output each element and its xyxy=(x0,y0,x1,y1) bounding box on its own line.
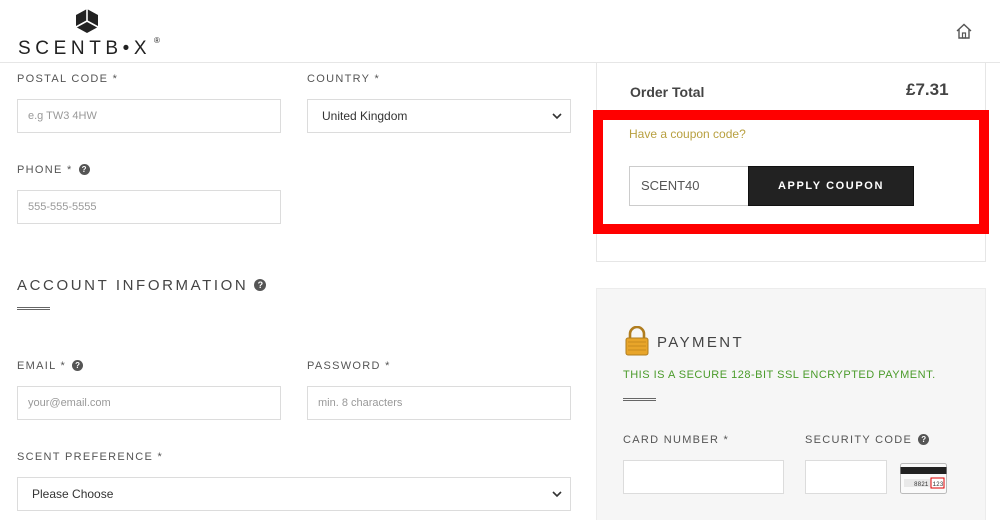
phone-label-group: PHONE *? xyxy=(17,164,90,176)
password-input[interactable]: min. 8 characters xyxy=(307,386,571,420)
help-icon[interactable]: ? xyxy=(72,360,84,371)
card-number-input[interactable] xyxy=(623,460,784,494)
phone-label: PHONE * xyxy=(17,164,73,176)
email-label-group: EMAIL *? xyxy=(17,360,84,372)
postal-code-label: POSTAL CODE * xyxy=(17,73,119,85)
section-divider xyxy=(623,398,656,401)
help-icon[interactable]: ? xyxy=(254,279,267,291)
postal-code-input[interactable]: e.g TW3 4HW xyxy=(17,99,281,133)
country-select-value: United Kingdom xyxy=(322,109,408,123)
secure-payment-notice: THIS IS A SECURE 128-BIT SSL ENCRYPTED P… xyxy=(623,369,936,381)
scent-preference-select[interactable]: Please Choose xyxy=(17,477,571,511)
coupon-code-link[interactable]: Have a coupon code? xyxy=(629,127,746,141)
site-header: SCENTB•X ® xyxy=(0,0,1000,63)
chevron-down-icon xyxy=(552,113,562,120)
scent-select-value: Please Choose xyxy=(32,487,114,501)
help-icon[interactable]: ? xyxy=(78,164,90,175)
card-cvv-icon: 8821 123 xyxy=(900,463,947,494)
card-digits-text: 8821 xyxy=(914,481,929,488)
chevron-down-icon xyxy=(552,491,562,498)
account-information-title: ACCOUNT INFORMATION? xyxy=(17,277,267,294)
apply-coupon-button[interactable]: APPLY COUPON xyxy=(748,166,914,206)
help-icon[interactable]: ? xyxy=(918,434,930,445)
cvv-digits-text: 123 xyxy=(933,481,944,488)
scentbox-logo-icon xyxy=(75,9,99,33)
scentbox-logo[interactable]: SCENTB•X ® xyxy=(18,8,168,59)
email-input[interactable]: your@email.com xyxy=(17,386,281,420)
country-label: COUNTRY * xyxy=(307,73,381,85)
account-title-text: ACCOUNT INFORMATION xyxy=(17,277,249,294)
card-number-label: CARD NUMBER * xyxy=(623,434,730,446)
registered-mark: ® xyxy=(154,36,160,45)
scent-preference-label: SCENT PREFERENCE * xyxy=(17,451,164,463)
password-label: PASSWORD * xyxy=(307,360,391,372)
coupon-code-input[interactable]: SCENT40 xyxy=(629,166,749,206)
section-divider xyxy=(17,307,50,310)
logo-wordmark: SCENTB•X xyxy=(18,38,152,59)
order-total-label: Order Total xyxy=(630,84,705,100)
lock-icon xyxy=(625,326,649,356)
country-select[interactable]: United Kingdom xyxy=(307,99,571,133)
order-total-amount: £7.31 xyxy=(906,80,949,99)
payment-title: PAYMENT xyxy=(657,334,745,351)
security-code-label: SECURITY CODE xyxy=(805,434,913,446)
security-code-label-group: SECURITY CODE? xyxy=(805,434,930,446)
phone-input[interactable]: 555-555-5555 xyxy=(17,190,281,224)
security-code-input[interactable] xyxy=(805,460,887,494)
email-label: EMAIL * xyxy=(17,360,67,372)
home-icon[interactable] xyxy=(955,22,973,40)
